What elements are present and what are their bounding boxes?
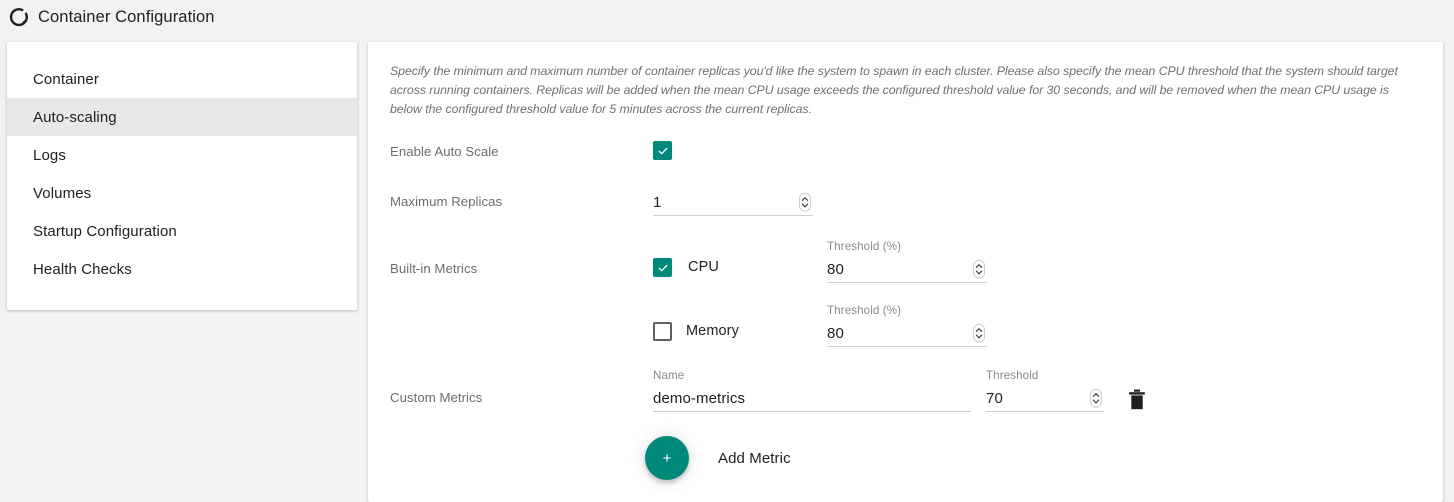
memory-threshold-field[interactable]: Threshold (%) 80	[827, 304, 987, 347]
cpu-threshold-value: 80	[827, 260, 844, 278]
memory-metric-checkbox[interactable]	[653, 322, 672, 341]
sidebar-item-label: Container	[33, 70, 99, 88]
cpu-threshold-input[interactable]: 80	[827, 258, 987, 283]
sidebar-item-label: Volumes	[33, 184, 92, 202]
chevron-down-icon	[801, 203, 809, 208]
enable-auto-scale-checkbox[interactable]	[653, 141, 672, 160]
sidebar-item-startup-configuration[interactable]: Startup Configuration	[7, 212, 357, 250]
maximum-replicas-field[interactable]: 1	[653, 191, 813, 216]
custom-metric-threshold-field[interactable]: Threshold 70	[986, 369, 1104, 412]
cpu-threshold-caption: Threshold (%)	[827, 240, 902, 253]
sidebar-nav: Container Auto-scaling Logs Volumes Star…	[7, 42, 357, 310]
sidebar-item-label: Auto-scaling	[33, 108, 117, 126]
custom-metric-threshold-stepper[interactable]	[1090, 388, 1102, 408]
check-icon	[658, 147, 667, 154]
custom-metric-threshold-value: 70	[986, 389, 1003, 407]
maximum-replicas-value: 1	[653, 193, 662, 211]
chevron-up-icon	[975, 263, 983, 269]
cpu-threshold-stepper[interactable]	[973, 259, 985, 279]
sidebar-item-auto-scaling[interactable]: Auto-scaling	[7, 98, 357, 136]
builtin-metrics-memory-row: Memory Threshold (%) 80	[390, 304, 1421, 347]
sidebar-item-label: Logs	[33, 146, 66, 164]
custom-metric-threshold-caption: Threshold	[986, 369, 1039, 382]
maximum-replicas-label: Maximum Replicas	[390, 194, 503, 209]
check-icon	[658, 264, 667, 271]
plus-icon: +	[662, 449, 672, 467]
builtin-metrics-cpu-row: Built-in Metrics CPU Threshold (%) 80	[390, 240, 1421, 283]
memory-threshold-input[interactable]: 80	[827, 322, 987, 347]
memory-threshold-caption: Threshold (%)	[827, 304, 902, 317]
chevron-up-icon	[975, 327, 983, 333]
enable-auto-scale-label: Enable Auto Scale	[390, 144, 499, 159]
chevron-down-icon	[975, 334, 983, 339]
trash-icon[interactable]	[1128, 389, 1146, 410]
custom-metric-threshold-input[interactable]: 70	[986, 387, 1104, 412]
chevron-up-icon	[801, 196, 809, 202]
custom-metrics-row: Custom Metrics Name demo-metrics Thresho…	[390, 369, 1421, 412]
sidebar-item-health-checks[interactable]: Health Checks	[7, 250, 357, 288]
custom-metric-name-caption: Name	[653, 369, 685, 382]
sidebar-item-label: Health Checks	[33, 260, 132, 278]
maximum-replicas-row: Maximum Replicas 1	[390, 191, 1421, 216]
sidebar-item-label: Startup Configuration	[33, 222, 177, 240]
custom-metrics-label: Custom Metrics	[390, 390, 483, 405]
app-header: Container Configuration	[0, 0, 1454, 34]
builtin-metrics-label: Built-in Metrics	[390, 261, 478, 276]
partial-circle-icon	[9, 8, 28, 27]
maximum-replicas-input[interactable]: 1	[653, 191, 813, 216]
builtin-metrics-spacer	[390, 304, 653, 307]
enable-auto-scale-row: Enable Auto Scale	[390, 141, 1421, 160]
chevron-down-icon	[975, 270, 983, 275]
add-metric-label: Add Metric	[718, 449, 791, 467]
chevron-up-icon	[1092, 392, 1100, 398]
sidebar-item-container[interactable]: Container	[7, 60, 357, 98]
page-layout: Container Auto-scaling Logs Volumes Star…	[0, 34, 1454, 502]
cpu-metric-checkbox[interactable]	[653, 258, 672, 277]
custom-metric-name-field[interactable]: Name demo-metrics	[653, 369, 971, 412]
custom-metric-name-input[interactable]: demo-metrics	[653, 387, 971, 412]
auto-scaling-form: Enable Auto Scale Maximum Replicas 1 Bui…	[390, 141, 1421, 480]
add-metric-button[interactable]: +	[645, 436, 689, 480]
custom-metric-name-value: demo-metrics	[653, 389, 746, 407]
memory-metric-label: Memory	[686, 323, 739, 339]
memory-threshold-stepper[interactable]	[973, 323, 985, 343]
memory-threshold-value: 80	[827, 324, 844, 342]
cpu-metric-label: CPU	[688, 259, 719, 275]
panel-description: Specify the minimum and maximum number o…	[390, 64, 1398, 116]
chevron-down-icon	[1092, 399, 1100, 404]
maximum-replicas-stepper[interactable]	[799, 192, 811, 212]
cpu-threshold-field[interactable]: Threshold (%) 80	[827, 240, 987, 283]
page-title: Container Configuration	[38, 7, 215, 26]
sidebar-item-logs[interactable]: Logs	[7, 136, 357, 174]
auto-scaling-panel: Specify the minimum and maximum number o…	[368, 42, 1443, 502]
add-metric-row: + Add Metric	[645, 436, 1421, 480]
sidebar-item-volumes[interactable]: Volumes	[7, 174, 357, 212]
